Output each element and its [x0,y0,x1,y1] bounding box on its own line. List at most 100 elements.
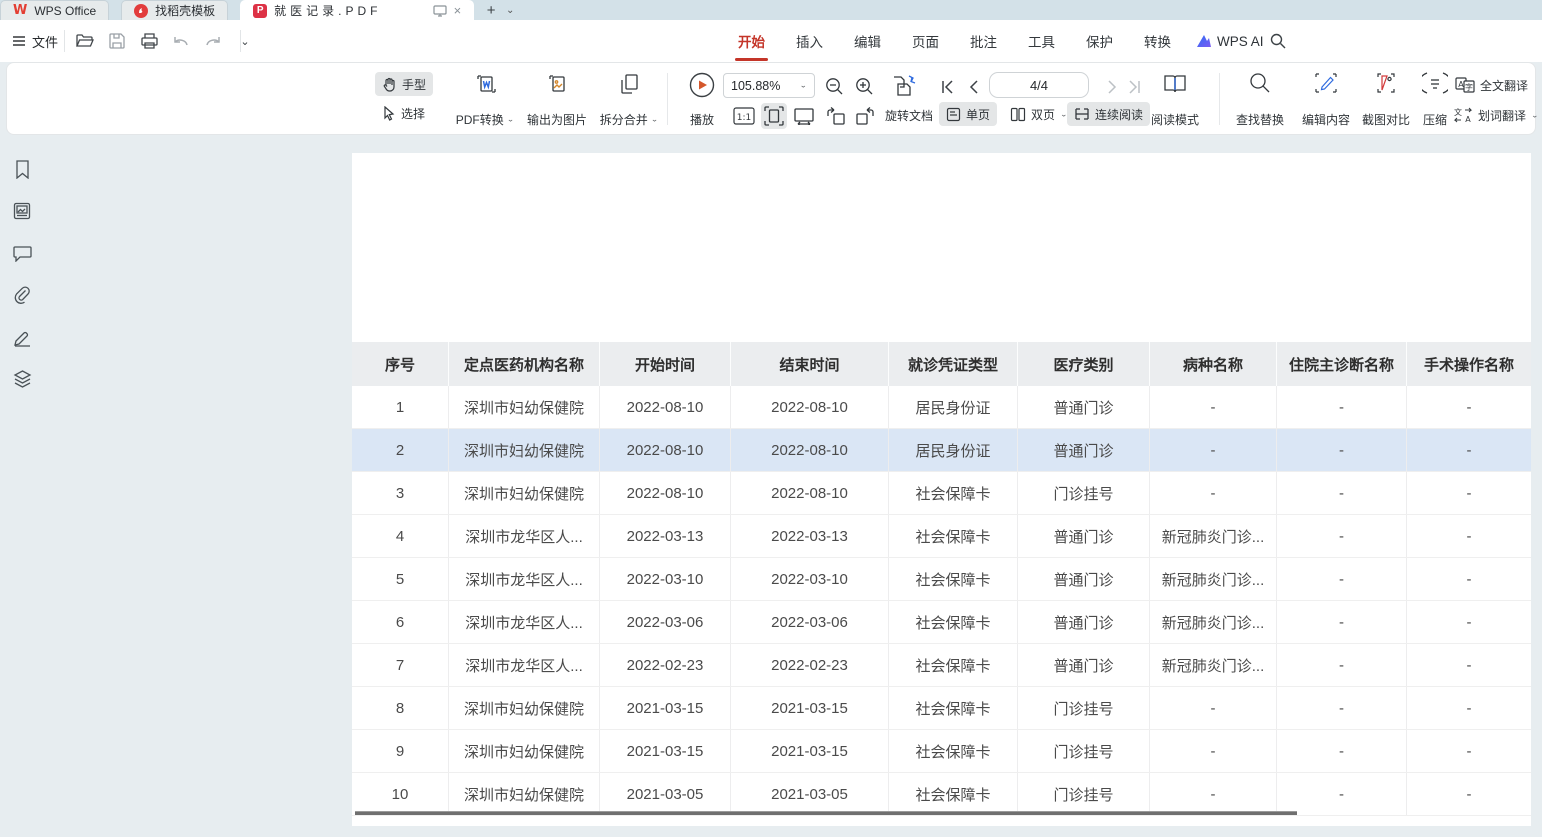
table-row: 7深圳市龙华区人...2022-02-232022-02-23社会保障卡普通门诊… [352,644,1531,687]
table-cell: 深圳市妇幼保健院 [449,472,600,514]
zoom-out-icon[interactable] [821,73,847,99]
table-cell: 新冠肺炎门诊... [1150,558,1277,600]
table-cell: 普通门诊 [1018,601,1150,643]
chevron-down-icon: ⌄ [1531,111,1539,120]
tab-document-pdf[interactable]: P 就医记录.PDF × [240,0,474,20]
swap-pages-icon[interactable] [889,71,921,101]
actual-size-icon[interactable]: 1:1 [731,103,757,129]
tab-wps-office[interactable]: W WPS Office [0,0,109,20]
horizontal-scrollbar[interactable] [355,811,1297,815]
column-header: 手术操作名称 [1407,342,1531,386]
pdf-page: 序号定点医药机构名称开始时间结束时间就诊凭证类型医疗类别病种名称住院主诊断名称手… [352,153,1531,826]
last-page-icon[interactable] [1121,74,1147,100]
layers-icon[interactable] [12,369,32,389]
table-cell: 社会保障卡 [889,601,1018,643]
menu-protect[interactable]: 保护 [1085,31,1114,51]
menu-comment[interactable]: 批注 [969,31,998,51]
bookmark-icon[interactable] [12,159,32,179]
signature-icon[interactable] [12,327,32,347]
table-cell: 新冠肺炎门诊... [1150,601,1277,643]
previous-page-icon[interactable] [961,74,987,100]
table-cell: - [1277,601,1407,643]
rotate-left-icon[interactable] [823,103,849,129]
table-cell: 2022-08-10 [600,386,731,428]
document-viewport[interactable]: 序号定点医药机构名称开始时间结束时间就诊凭证类型医疗类别病种名称住院主诊断名称手… [44,135,1542,837]
comment-icon[interactable] [12,243,32,263]
menu-tools[interactable]: 工具 [1027,31,1056,51]
redo-icon[interactable] [202,30,224,52]
undo-icon[interactable] [170,30,192,52]
table-cell: 普通门诊 [1018,386,1150,428]
continuous-read-button[interactable]: 连续阅读 [1067,102,1150,126]
table-cell: 社会保障卡 [889,472,1018,514]
table-cell: - [1407,601,1531,643]
close-tab-icon[interactable]: × [454,3,462,18]
read-mode-button[interactable]: 阅读模式 [1147,72,1203,128]
table-cell: 门诊挂号 [1018,472,1150,514]
menu-search-icon[interactable] [1270,20,1286,62]
compress-button[interactable]: 压缩 [1413,72,1457,128]
svg-text:A: A [1458,80,1464,89]
open-file-icon[interactable] [74,30,96,52]
new-tab-button[interactable]: + [480,0,502,20]
play-button[interactable]: 播放 [679,72,725,128]
screenshot-compare-button[interactable]: 截图对比 [1355,72,1417,128]
single-page-button[interactable]: 单页 [939,102,997,126]
table-cell: 深圳市龙华区人... [449,601,600,643]
table-cell: 3 [352,472,449,514]
fit-page-icon[interactable] [761,103,787,129]
double-page-button[interactable]: 双页 ⌄ [1003,102,1075,126]
monitor-icon[interactable] [433,5,447,17]
wps-ai-button[interactable]: WPS AI [1196,20,1264,62]
table-cell: 2022-03-10 [731,558,889,600]
save-icon[interactable] [106,30,128,52]
file-menu-button[interactable]: 文件 [12,20,58,62]
menu-edit[interactable]: 编辑 [853,31,882,51]
menu-convert[interactable]: 转换 [1143,31,1172,51]
tab-label: WPS Office [34,4,96,18]
menu-insert[interactable]: 插入 [795,31,824,51]
edit-content-button[interactable]: 编辑内容 [1295,72,1357,128]
word-translate-button[interactable]: 文 A 划词翻译 ⌄ [1453,103,1539,127]
export-image-button[interactable]: 输出为图片 [517,72,597,128]
divider [64,30,65,52]
rotate-right-icon[interactable] [852,103,878,129]
split-merge-button[interactable]: 拆分合并⌄ [589,72,669,128]
attachment-icon[interactable] [12,285,32,305]
table-cell: 深圳市妇幼保健院 [449,429,600,471]
table-row: 8深圳市妇幼保健院2021-03-152021-03-15社会保障卡门诊挂号--… [352,687,1531,730]
table-cell: 5 [352,558,449,600]
page-number-input[interactable] [989,72,1089,98]
table-cell: 4 [352,515,449,557]
thumbnail-icon[interactable] [12,201,32,221]
first-page-icon[interactable] [935,74,961,100]
full-translate-icon: A 字 [1455,77,1475,93]
tab-list-chevron-icon[interactable]: ⌄ [502,0,518,20]
rotate-doc-button[interactable]: 旋转文档 [885,103,933,127]
full-translate-button[interactable]: A 字 全文翻译 [1455,73,1528,97]
table-cell: 10 [352,773,449,815]
hand-tool-label: 手型 [402,76,426,93]
column-header: 开始时间 [600,342,731,386]
fit-width-icon[interactable] [791,103,817,129]
find-replace-button[interactable]: 查找替换 [1229,72,1291,128]
print-icon[interactable] [138,30,160,52]
table-cell: 社会保障卡 [889,515,1018,557]
quick-access-chevron-icon[interactable]: ⌄ [234,30,256,52]
table-row: 5深圳市龙华区人...2022-03-102022-03-10社会保障卡普通门诊… [352,558,1531,601]
svg-text:1:1: 1:1 [737,113,751,123]
table-row: 2深圳市妇幼保健院2022-08-102022-08-10居民身份证普通门诊--… [352,429,1531,472]
tab-docer-templates[interactable]: 找稻壳模板 [121,0,228,20]
table-cell: 2021-03-15 [600,687,731,729]
menu-page[interactable]: 页面 [911,31,940,51]
svg-text:字: 字 [1465,82,1473,92]
read-mode-label: 阅读模式 [1151,111,1199,128]
table-cell: 2022-02-23 [731,644,889,686]
zoom-level-select[interactable]: 105.88% ⌄ [723,73,815,98]
menu-home[interactable]: 开始 [737,31,766,51]
table-cell: 2022-03-10 [600,558,731,600]
pdf-convert-button[interactable]: PDF转换⌄ [447,72,523,128]
select-tool-button[interactable]: 选择 [375,101,432,125]
hand-tool-button[interactable]: 手型 [375,72,433,96]
zoom-in-icon[interactable] [851,73,877,99]
